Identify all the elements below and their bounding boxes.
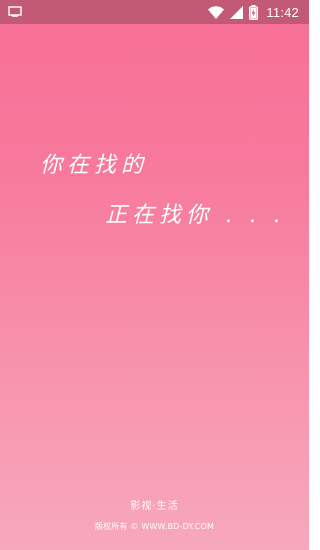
signal-icon: [230, 5, 244, 19]
battery-charging-icon: [249, 4, 259, 20]
wifi-icon: [208, 5, 225, 19]
slogan-line-2: 正在找你 . . .: [105, 203, 285, 228]
screen-icon: [8, 6, 22, 17]
footer-title: 影视·生活: [130, 501, 179, 512]
footer-copyright: 版权所有 © WWW.BD-DY.COM: [94, 522, 215, 531]
splash-screen: 11:42 你在找的 正在找你 . . . 影视·生活 版权所有 © WWW.B…: [0, 0, 309, 550]
slogan-line-1: 你在找的: [40, 153, 149, 178]
status-bar: 11:42: [0, 0, 309, 24]
clock: 11:42: [266, 4, 299, 20]
status-icons: 11:42: [208, 4, 299, 20]
